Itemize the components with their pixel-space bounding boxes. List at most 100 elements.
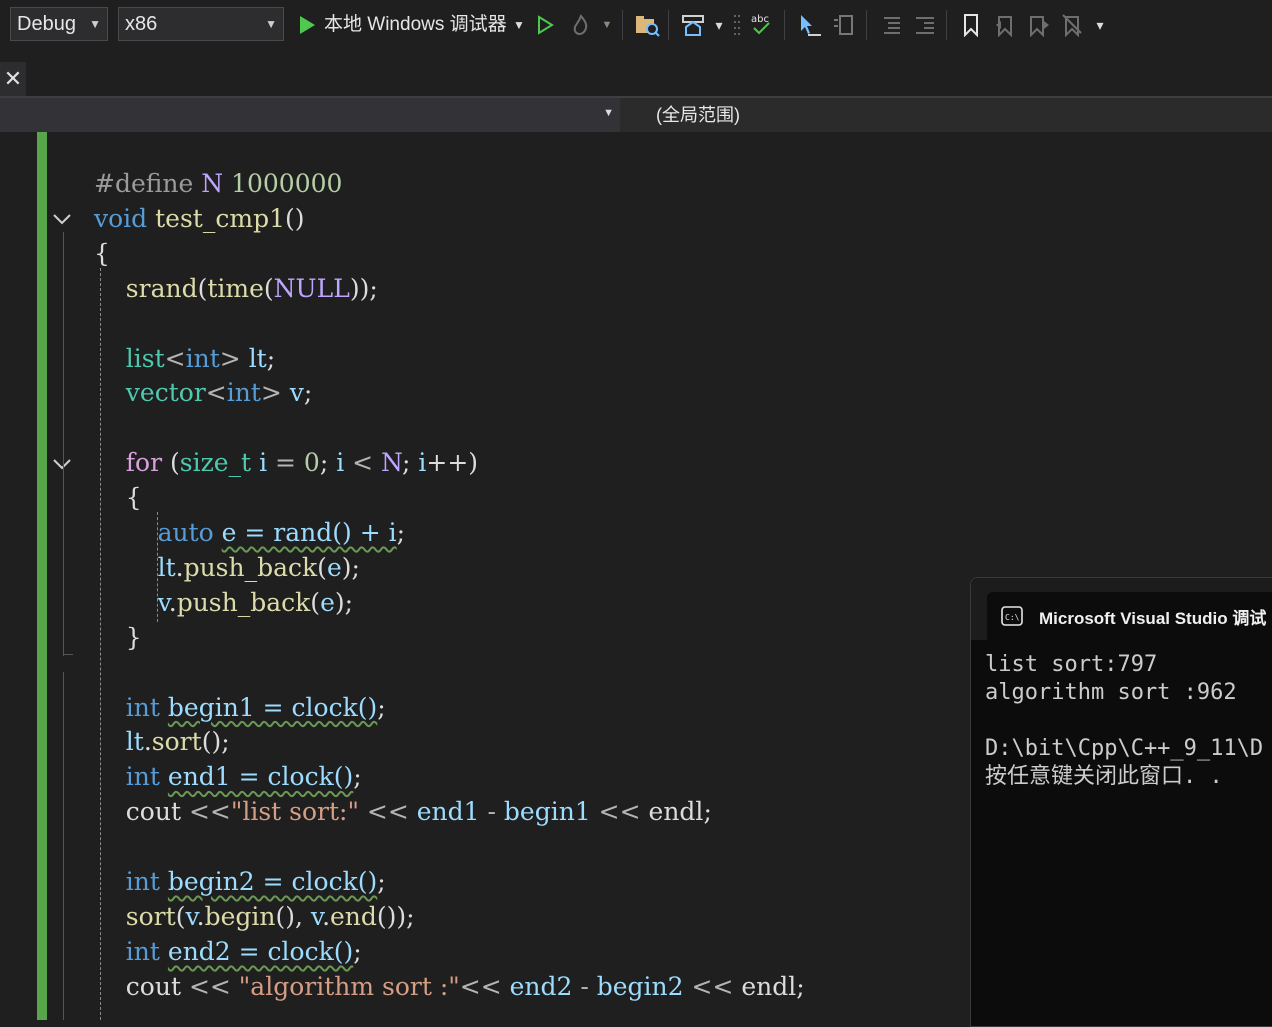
code-line[interactable]: v.push_back(e); [94,585,353,620]
spell-check-button[interactable]: abc [746,10,776,40]
spell-check-icon: abc [751,14,770,35]
code-line[interactable]: void test_cmp1() [94,201,305,236]
code-token: N [381,448,403,478]
start-debugging-button[interactable] [296,10,318,40]
next-bookmark-button[interactable] [1024,10,1054,40]
code-token: #define [94,169,202,198]
change-tracking-bar [37,132,47,1020]
code-token: end2 [509,971,573,1001]
code-token: sort [151,727,202,757]
code-token: . [143,727,152,757]
console-tab[interactable]: C:\ Microsoft Visual Studio 调试 [987,592,1272,640]
solution-configuration-dropdown[interactable]: Debug ▼ [10,7,108,41]
debug-console-window[interactable]: C:\ Microsoft Visual Studio 调试 list sort… [970,577,1272,1027]
code-token: ( [162,448,180,478]
comment-lines-button[interactable] [828,10,858,40]
code-token: << [358,797,417,827]
document-tab-strip: ✕ [0,62,1272,96]
code-line[interactable]: lt.push_back(e); [94,550,360,585]
code-token: (); [201,727,230,757]
code-line[interactable]: } [94,620,142,655]
bookmark-next-icon [1030,16,1049,37]
debug-target-dropdown[interactable]: ▼ [512,10,526,40]
code-line[interactable]: list<int> lt; [94,341,275,376]
debug-target-label[interactable]: 本地 Windows 调试器 [324,10,507,40]
toggle-bookmark-button[interactable] [956,10,986,40]
start-without-debugging-button[interactable] [534,10,556,40]
code-token: 0 [303,448,320,478]
main-toolbar: Debug ▼ x86 ▼ 本地 Windows 调试器 ▼ ▼ ▾ abc ▾ [0,0,1272,50]
code-token: int [125,936,160,966]
console-line: 按任意键关闭此窗口. . [985,764,1223,789]
bookmark-clear-icon [1062,14,1082,37]
code-line[interactable]: vector<int> v; [94,375,313,410]
code-token: ; [796,971,805,1001]
code-line[interactable]: cout << "algorithm sort :"<< end2 - begi… [94,969,805,1004]
code-token: 1000000 [231,169,343,198]
code-token: int [125,762,160,792]
fold-toggle-icon[interactable] [51,453,73,475]
svg-text:C:\: C:\ [1005,613,1020,622]
code-line[interactable]: #define N 1000000 [94,166,342,201]
code-token: vector [125,378,206,408]
hot-reload-dropdown[interactable]: ▼ [600,10,614,40]
code-token: list [125,343,165,373]
code-line[interactable]: srand(time(NULL)); [94,271,378,306]
code-token: begin2 [596,971,684,1001]
console-titlebar[interactable]: C:\ Microsoft Visual Studio 调试 [971,578,1272,640]
window-dropdown[interactable]: ▾ [712,10,726,40]
code-token: ; [377,692,386,722]
console-title: Microsoft Visual Studio 调试 [1039,609,1267,628]
code-token: NULL [273,273,350,303]
code-line[interactable]: int begin2 = clock(); [94,864,386,899]
hot-reload-button[interactable] [566,10,596,40]
code-token: (), [275,901,311,931]
previous-bookmark-button[interactable] [990,10,1020,40]
code-token: size_t [179,448,252,478]
code-line[interactable]: int end2 = clock(); [94,934,362,969]
code-token: = [267,448,304,478]
increase-indent-button[interactable] [910,10,940,40]
code-line[interactable]: { [94,480,142,515]
project-dropdown[interactable]: ▼ [0,98,620,132]
outline-end [63,654,73,655]
select-element-button[interactable] [794,10,824,40]
code-token: << [181,971,239,1001]
scope-dropdown[interactable]: (全局范围) [656,98,740,132]
code-token: int [226,378,261,408]
code-token: ( [197,273,208,303]
code-line[interactable]: sort(v.begin(), v.end()); [94,899,415,934]
code-line[interactable]: { [94,236,110,271]
clear-bookmarks-button[interactable] [1058,10,1088,40]
code-line[interactable]: int end1 = clock(); [94,759,362,794]
toolbar-gripper[interactable] [730,10,744,40]
code-line[interactable]: lt.sort(); [94,724,230,759]
play-outline-icon [538,15,554,35]
code-line[interactable]: for (size_t i = 0; i < N; i++) [94,445,478,480]
code-line[interactable]: auto e = rand() + i; [94,515,405,550]
code-line[interactable]: cout <<"list sort:" << end1 - begin1 << … [94,794,712,829]
outline-line [63,232,64,656]
code-token: - [572,971,597,1001]
home-window-button[interactable] [678,10,708,40]
code-line[interactable]: int begin1 = clock(); [94,690,386,725]
bookmark-prev-icon [996,16,1012,37]
code-token: lt [157,552,176,582]
decrease-indent-button[interactable] [876,10,906,40]
code-token: int [125,867,160,896]
code-token: ( [317,552,327,582]
folder-search-icon [636,16,660,37]
code-token: int [185,343,220,373]
toolbar-overflow-button[interactable]: ▾ [1092,10,1108,40]
fold-toggle-icon[interactable] [51,208,73,230]
close-icon[interactable]: ✕ [0,62,26,96]
solution-explorer-button[interactable] [632,10,662,40]
solution-platform-dropdown[interactable]: x86 ▼ [118,7,284,41]
configuration-value: Debug [17,13,76,35]
code-token: > [260,378,290,408]
